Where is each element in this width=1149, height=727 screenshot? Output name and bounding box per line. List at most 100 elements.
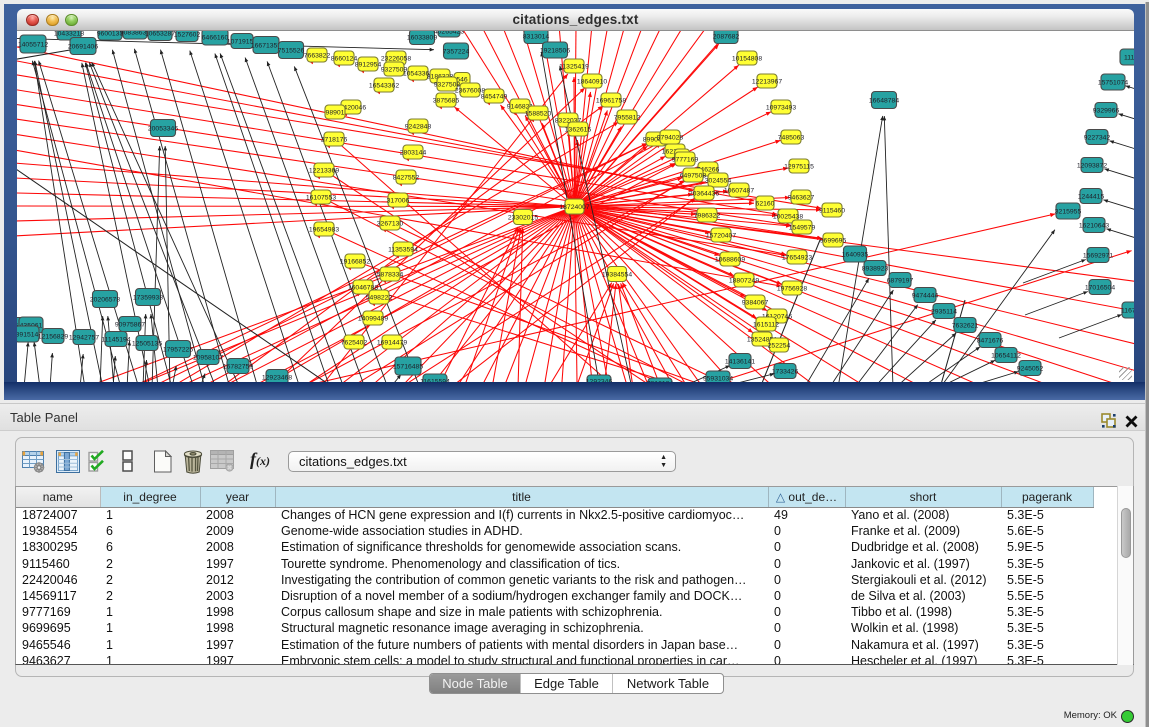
svg-text:9777169: 9777169 <box>672 156 699 163</box>
svg-text:17359938: 17359938 <box>133 294 163 301</box>
svg-text:90975867: 90975867 <box>115 321 145 328</box>
svg-text:10607487: 10607487 <box>724 187 754 194</box>
svg-text:252254: 252254 <box>768 342 791 349</box>
svg-text:10973493: 10973493 <box>766 104 796 111</box>
svg-text:1549579: 1549579 <box>789 224 816 231</box>
svg-text:16543362: 16543362 <box>369 82 399 89</box>
svg-text:16914479: 16914479 <box>377 339 407 346</box>
svg-text:14055712: 14055712 <box>18 41 48 48</box>
svg-text:10433218: 10433218 <box>54 31 84 37</box>
svg-text:9242848: 9242848 <box>405 123 432 130</box>
svg-text:3267130: 3267130 <box>377 220 404 227</box>
svg-text:19756928: 19756928 <box>777 285 807 292</box>
svg-text:18724007: 18724007 <box>559 204 589 211</box>
svg-text:6879197: 6879197 <box>887 277 914 284</box>
svg-text:6466160: 6466160 <box>202 34 229 41</box>
svg-text:15751074: 15751074 <box>1098 79 1128 86</box>
svg-text:9474444: 9474444 <box>912 292 939 299</box>
svg-text:1615112: 1615112 <box>753 321 779 328</box>
svg-text:40265423: 40265423 <box>434 31 464 35</box>
svg-text:391514: 391514 <box>17 331 39 338</box>
svg-text:8454749: 8454749 <box>481 93 508 100</box>
svg-text:7357224: 7357224 <box>443 48 470 55</box>
svg-text:12213369: 12213369 <box>309 167 339 174</box>
svg-text:12923468: 12923468 <box>262 374 292 381</box>
svg-text:23302015: 23302015 <box>508 214 538 221</box>
svg-text:7515526: 7515526 <box>278 47 305 54</box>
svg-text:7632621: 7632621 <box>952 322 979 329</box>
svg-text:19218506: 19218506 <box>540 47 570 54</box>
svg-text:9329966: 9329966 <box>1093 107 1120 114</box>
svg-text:2718176: 2718176 <box>321 136 348 143</box>
svg-text:20206578: 20206578 <box>90 296 120 303</box>
svg-text:10654112: 10654112 <box>991 352 1021 359</box>
svg-text:16961758: 16961758 <box>596 97 626 104</box>
svg-text:62160: 62160 <box>756 200 775 207</box>
svg-text:9794028: 9794028 <box>657 134 684 141</box>
svg-text:1362615: 1362615 <box>565 126 592 133</box>
svg-text:7816184: 7816184 <box>647 380 674 382</box>
svg-text:8912954: 8912954 <box>355 61 382 68</box>
svg-text:8471676: 8471676 <box>977 337 1004 344</box>
svg-text:8427552: 8427552 <box>393 174 420 181</box>
svg-text:9384067: 9384067 <box>742 299 769 306</box>
svg-text:11353594: 11353594 <box>388 246 418 253</box>
svg-text:14099489: 14099489 <box>358 315 388 322</box>
svg-text:1244415: 1244415 <box>1078 193 1105 200</box>
svg-text:8313014: 8313014 <box>523 33 550 40</box>
svg-text:2803144: 2803144 <box>400 149 427 156</box>
svg-text:8938923: 8938923 <box>862 265 889 272</box>
svg-text:9463627: 9463627 <box>788 194 815 201</box>
svg-text:6497508: 6497508 <box>680 172 707 179</box>
svg-text:16107553: 16107553 <box>306 194 336 201</box>
svg-text:17016504: 17016504 <box>1085 284 1115 291</box>
svg-text:10154808: 10154808 <box>732 55 762 62</box>
svg-text:3215955: 3215955 <box>1055 208 1082 215</box>
svg-text:1733426: 1733426 <box>772 368 799 375</box>
svg-text:20364436: 20364436 <box>689 190 719 197</box>
svg-text:9227342: 9227342 <box>1084 134 1111 141</box>
svg-text:14136141: 14136141 <box>725 358 755 365</box>
svg-text:12505135: 12505135 <box>132 340 162 347</box>
svg-text:16782759: 16782759 <box>223 363 253 370</box>
svg-text:19384554: 19384554 <box>602 271 632 278</box>
svg-text:15716485: 15716485 <box>393 363 423 370</box>
svg-text:9115460: 9115460 <box>819 207 845 214</box>
svg-text:10958107: 10958107 <box>193 354 223 361</box>
svg-text:1527602: 1527602 <box>174 31 201 38</box>
svg-text:10653287: 10653287 <box>145 31 175 37</box>
svg-text:20053346: 20053346 <box>148 125 178 132</box>
svg-text:11145194: 11145194 <box>101 336 130 343</box>
svg-text:1292346: 1292346 <box>586 378 613 382</box>
svg-text:12942757: 12942757 <box>69 334 99 341</box>
svg-text:12156829: 12156829 <box>38 333 68 340</box>
svg-text:12213967: 12213967 <box>752 78 782 85</box>
svg-text:1588520: 1588520 <box>525 110 552 117</box>
svg-text:20691406: 20691406 <box>68 43 98 50</box>
svg-text:17957225: 17957225 <box>163 346 193 353</box>
svg-text:1112: 1112 <box>1124 54 1134 61</box>
svg-text:19654983: 19654983 <box>309 226 339 233</box>
svg-text:7625402: 7625402 <box>341 339 368 346</box>
svg-text:95931034: 95931034 <box>703 375 733 382</box>
svg-text:9245052: 9245052 <box>1017 365 1044 372</box>
svg-text:3875685: 3875685 <box>433 97 460 104</box>
svg-text:12093872: 12093872 <box>1077 162 1107 169</box>
svg-text:8660124: 8660124 <box>331 55 358 62</box>
svg-text:5878334: 5878334 <box>377 271 404 278</box>
svg-text:16648784: 16648784 <box>869 97 899 104</box>
svg-text:15720407: 15720407 <box>706 232 736 239</box>
svg-text:98901: 98901 <box>326 109 345 116</box>
svg-text:10688609: 10688609 <box>715 256 745 263</box>
svg-text:1167534: 1167534 <box>1121 307 1134 314</box>
svg-text:7986322: 7986322 <box>694 212 721 219</box>
svg-text:7663822: 7663822 <box>304 52 331 59</box>
svg-text:10025438: 10025438 <box>773 213 803 220</box>
svg-text:18807249: 18807249 <box>729 277 759 284</box>
svg-text:7485063: 7485063 <box>778 134 805 141</box>
svg-text:12975115: 12975115 <box>784 163 814 170</box>
svg-text:17654923: 17654923 <box>782 254 812 261</box>
svg-text:2087682: 2087682 <box>713 33 740 40</box>
svg-text:7955812: 7955812 <box>614 114 641 121</box>
svg-text:16671355: 16671355 <box>251 42 281 49</box>
